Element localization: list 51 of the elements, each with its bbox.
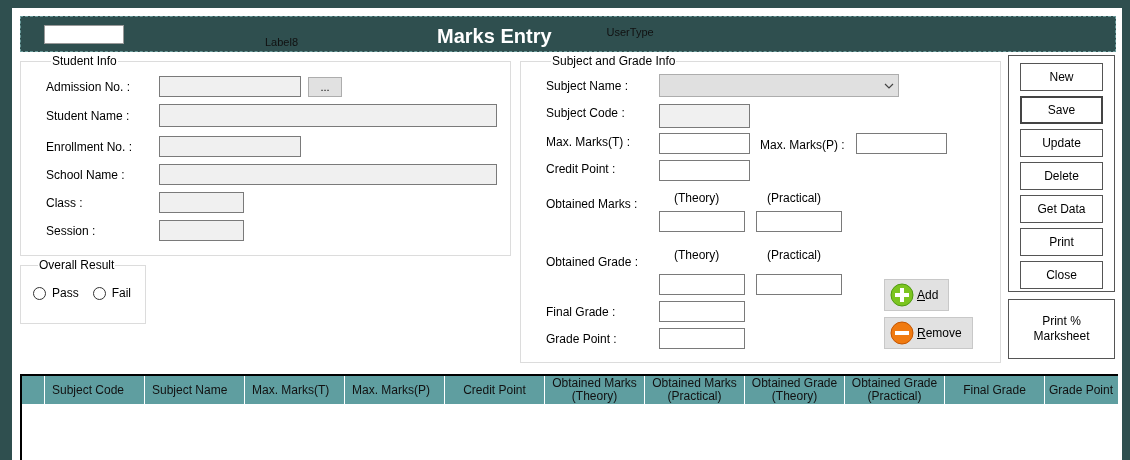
input-field[interactable] bbox=[659, 211, 745, 232]
radio-icon[interactable] bbox=[33, 286, 46, 300]
group-title: Overall Result bbox=[38, 259, 116, 272]
field-label: Obtained Marks : bbox=[546, 196, 639, 213]
input-field[interactable] bbox=[659, 328, 745, 349]
field-label: Enrollment No. : bbox=[46, 138, 134, 156]
chevron-down-icon bbox=[884, 82, 894, 89]
radio-icon[interactable] bbox=[92, 286, 106, 300]
action-button[interactable]: Get Data bbox=[1020, 195, 1103, 223]
plus-icon bbox=[890, 283, 914, 307]
field-label: Final Grade : bbox=[546, 303, 617, 321]
input-field[interactable] bbox=[756, 211, 842, 232]
column-hint: (Practical) bbox=[767, 247, 821, 264]
field-label: Class : bbox=[46, 194, 84, 212]
column-hint: (Theory) bbox=[674, 247, 721, 264]
remove-button[interactable]: Remove bbox=[884, 317, 973, 349]
action-button[interactable]: Delete bbox=[1020, 162, 1103, 190]
field-label: Obtained Grade : bbox=[546, 254, 640, 271]
field-label: Subject Code : bbox=[546, 105, 626, 122]
field-label: Credit Point : bbox=[546, 161, 617, 178]
radio-option[interactable]: Pass bbox=[33, 284, 79, 302]
user-type-label: UserType bbox=[606, 26, 654, 39]
field-label: Max. Marks(T) : bbox=[546, 134, 631, 151]
header-label: Label8 bbox=[265, 36, 299, 49]
group-title: Student Info bbox=[51, 55, 118, 68]
minus-icon bbox=[890, 321, 914, 345]
radio-option[interactable]: Fail bbox=[92, 284, 132, 302]
page-title: Marks Entry bbox=[437, 24, 552, 48]
print-marksheet-button[interactable]: Print % Marksheet bbox=[1008, 299, 1115, 359]
action-button[interactable]: Close bbox=[1020, 261, 1103, 289]
input-field[interactable] bbox=[659, 133, 750, 154]
action-button[interactable]: Print bbox=[1020, 228, 1103, 256]
field-label: Student Name : bbox=[46, 107, 131, 125]
action-button[interactable]: Save bbox=[1020, 96, 1103, 124]
action-button[interactable]: Update bbox=[1020, 129, 1103, 157]
input-field[interactable] bbox=[756, 274, 842, 295]
field-label: Subject Name : bbox=[546, 77, 630, 95]
column-hint: (Theory) bbox=[674, 190, 721, 207]
input-field[interactable] bbox=[659, 301, 745, 322]
input-field[interactable] bbox=[659, 160, 750, 181]
add-button[interactable]: Add bbox=[884, 279, 949, 311]
group-title: Subject and Grade Info bbox=[551, 55, 677, 68]
field-label: Session : bbox=[46, 222, 97, 240]
column-hint: (Practical) bbox=[767, 190, 821, 207]
action-button[interactable]: New bbox=[1020, 63, 1103, 91]
field-label: Grade Point : bbox=[546, 330, 618, 348]
field-label: Max. Marks(P) : bbox=[760, 137, 846, 154]
input-field[interactable] bbox=[659, 274, 745, 295]
field-label: School Name : bbox=[46, 166, 126, 184]
input-field[interactable] bbox=[856, 133, 947, 154]
field-label: Admission No. : bbox=[46, 78, 132, 96]
